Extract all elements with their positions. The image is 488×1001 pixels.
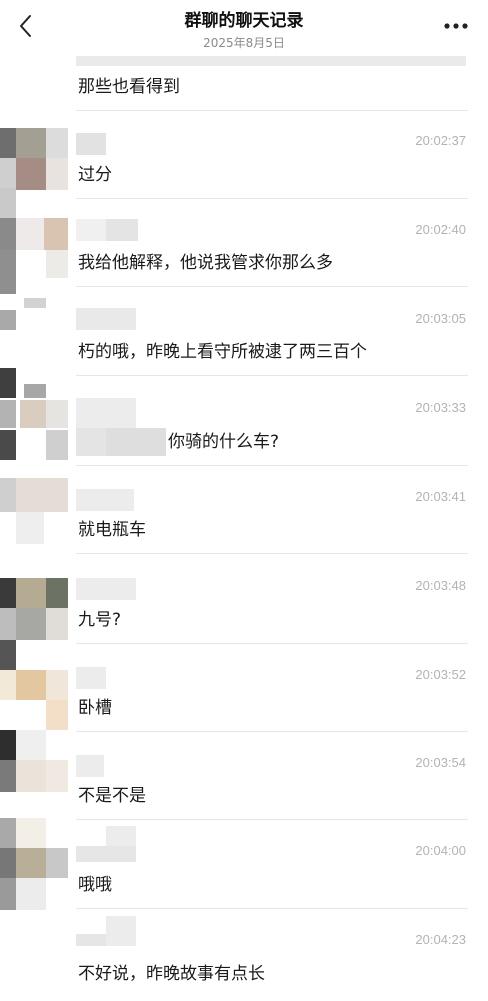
sender-name [76,308,136,330]
more-button[interactable] [438,10,474,42]
message-text: 哦哦 [78,875,112,895]
message-time: 20:03:41 [415,489,466,504]
divider [76,553,468,554]
sender-name [76,133,106,155]
page-title: 群聊的聊天记录 [184,11,304,31]
message-text: 就电瓶车 [78,520,146,540]
message-time: 20:03:48 [415,578,466,593]
divider [76,465,468,466]
avatar[interactable] [0,578,68,640]
avatar[interactable] [0,368,68,460]
avatar[interactable] [0,128,68,190]
divider [76,908,468,909]
message-time: 20:04:00 [415,843,466,858]
message-time: 20:04:23 [415,932,466,947]
divider [76,286,468,287]
avatar[interactable] [0,640,68,730]
sender-name [76,826,156,862]
message-time: 20:03:33 [415,400,466,415]
avatar[interactable] [0,478,68,544]
message-text: 不是不是 [78,786,146,806]
sender-name [76,219,138,241]
more-icon [444,23,468,29]
message-time: 20:02:40 [415,222,466,237]
divider [76,643,468,644]
message-time: 20:03:54 [415,755,466,770]
sender-name [76,755,104,777]
message-text: 九号? [78,610,122,630]
avatar[interactable] [0,188,68,250]
sender-name [76,667,106,689]
message-text: 过分 [78,165,112,185]
message-text: 那些也看得到 [78,77,180,97]
sender-name [76,398,166,456]
page-subtitle-date: 2025年8月5日 [203,36,285,50]
message-text: 朽的哦，昨晚上看守所被逮了两三百个 [78,342,367,362]
sender-name [76,916,136,946]
message-text: 你骑的什么车? [168,432,280,452]
avatar[interactable] [0,730,68,792]
nav-header: 群聊的聊天记录 2025年8月5日 [0,0,488,56]
divider [76,819,468,820]
message-text: 卧槽 [78,698,112,718]
message-text: 我给他解释，他说我管求你那么多 [78,253,333,273]
message-text: 不好说，昨晚故事有点长 [78,964,265,984]
message-time: 20:02:37 [415,133,466,148]
divider [76,110,468,111]
divider [76,198,468,199]
divider [76,731,468,732]
message-time: 20:03:05 [415,311,466,326]
avatar[interactable] [0,818,68,910]
sender-name [76,489,134,511]
message-time: 20:03:52 [415,667,466,682]
divider [76,375,468,376]
message-list: 那些也看得到 20:02:37 过分 20:02:40 我给他解释，他说我管求你… [0,0,488,1001]
sender-name [76,578,136,600]
avatar[interactable] [0,250,68,330]
